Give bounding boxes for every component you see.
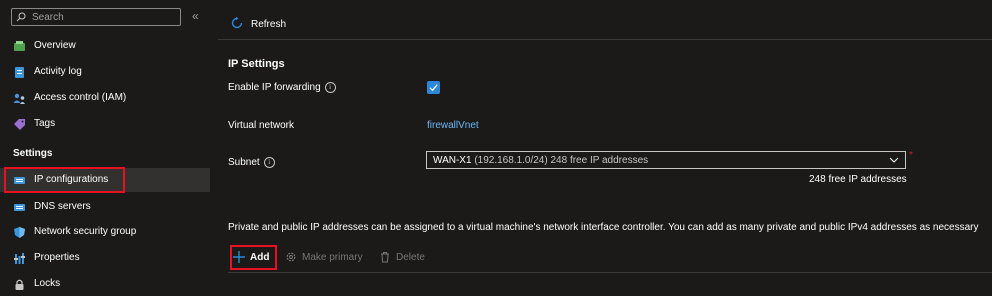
properties-icon <box>14 253 25 264</box>
virtual-network-label: Virtual network <box>228 120 294 131</box>
sidebar-item-network-security-group[interactable]: Network security group <box>0 220 210 244</box>
trash-icon <box>381 252 389 263</box>
info-icon[interactable]: i <box>324 82 336 93</box>
refresh-label: Refresh <box>251 19 287 30</box>
virtual-network-link[interactable]: firewallVnet <box>427 120 479 131</box>
subnet-name: WAN-X1 <box>433 155 472 166</box>
checkmark-icon <box>429 84 438 92</box>
sidebar-item-dns-servers[interactable]: DNS servers <box>0 195 210 219</box>
sidebar-item-overview[interactable]: Overview <box>0 34 210 58</box>
add-label: Add <box>250 252 270 263</box>
overview-icon <box>14 41 25 51</box>
delete-label: Delete <box>396 252 425 263</box>
enable-ip-forwarding-text: Enable IP forwarding <box>228 82 321 94</box>
enable-ip-forwarding-checkbox[interactable] <box>427 81 440 94</box>
sidebar: « Overview Activity log Access control (… <box>0 0 210 290</box>
sidebar-item-label: Activity log <box>34 66 82 77</box>
info-icon[interactable]: i <box>263 157 275 168</box>
subnet-selected-value: WAN-X1 (192.168.1.0/24) 248 free IP addr… <box>433 155 648 166</box>
search-input[interactable] <box>32 10 172 24</box>
ip-configurations-icon <box>14 177 25 184</box>
gear-icon <box>286 252 296 262</box>
tag-icon <box>14 119 25 130</box>
toolbar: Refresh <box>218 0 992 40</box>
activity-log-icon <box>15 67 24 78</box>
sidebar-item-label: Properties <box>34 252 80 263</box>
sidebar-item-tags[interactable]: Tags <box>0 112 210 136</box>
ip-description: Private and public IP addresses can be a… <box>228 222 979 233</box>
access-control-icon <box>13 93 25 104</box>
sidebar-item-label: Access control (IAM) <box>34 92 127 103</box>
sidebar-item-activity-log[interactable]: Activity log <box>0 60 210 84</box>
sidebar-item-label: IP configurations <box>34 174 109 185</box>
required-marker: * <box>909 150 913 161</box>
collapse-sidebar-button[interactable]: « <box>192 9 199 23</box>
refresh-icon <box>231 16 243 29</box>
dns-servers-icon <box>14 204 25 211</box>
make-primary-label: Make primary <box>302 252 363 263</box>
ip-settings-title: IP Settings <box>228 58 285 70</box>
settings-heading: Settings <box>13 148 53 159</box>
plus-icon <box>233 251 245 263</box>
sidebar-item-label: Locks <box>34 278 61 289</box>
lock-icon <box>15 279 24 290</box>
subnet-dropdown[interactable]: WAN-X1 (192.168.1.0/24) 248 free IP addr… <box>426 151 906 169</box>
subnet-detail: (192.168.1.0/24) 248 free IP addresses <box>474 155 649 166</box>
sidebar-item-properties[interactable]: Properties <box>0 246 210 270</box>
search-box[interactable] <box>11 8 181 26</box>
sidebar-item-label: Network security group <box>34 226 137 237</box>
search-icon <box>16 12 26 22</box>
sidebar-item-access-control[interactable]: Access control (IAM) <box>0 86 210 110</box>
sidebar-item-label: Overview <box>34 40 76 51</box>
command-bar-divider <box>228 272 992 273</box>
main-content: Refresh IP Settings Enable IP forwarding… <box>218 0 992 287</box>
sidebar-item-label: Tags <box>34 118 56 129</box>
chevron-down-icon <box>889 157 899 163</box>
enable-ip-forwarding-label: Enable IP forwarding i <box>228 82 336 93</box>
subnet-free-hint: 248 free IP addresses <box>809 174 907 185</box>
sidebar-item-locks[interactable]: Locks <box>0 272 210 296</box>
sidebar-item-label: DNS servers <box>34 201 91 212</box>
shield-icon <box>14 227 25 238</box>
sidebar-item-ip-configurations[interactable]: IP configurations <box>0 168 210 192</box>
subnet-label: Subnet i <box>228 157 275 168</box>
subnet-label-text: Subnet <box>228 157 260 169</box>
